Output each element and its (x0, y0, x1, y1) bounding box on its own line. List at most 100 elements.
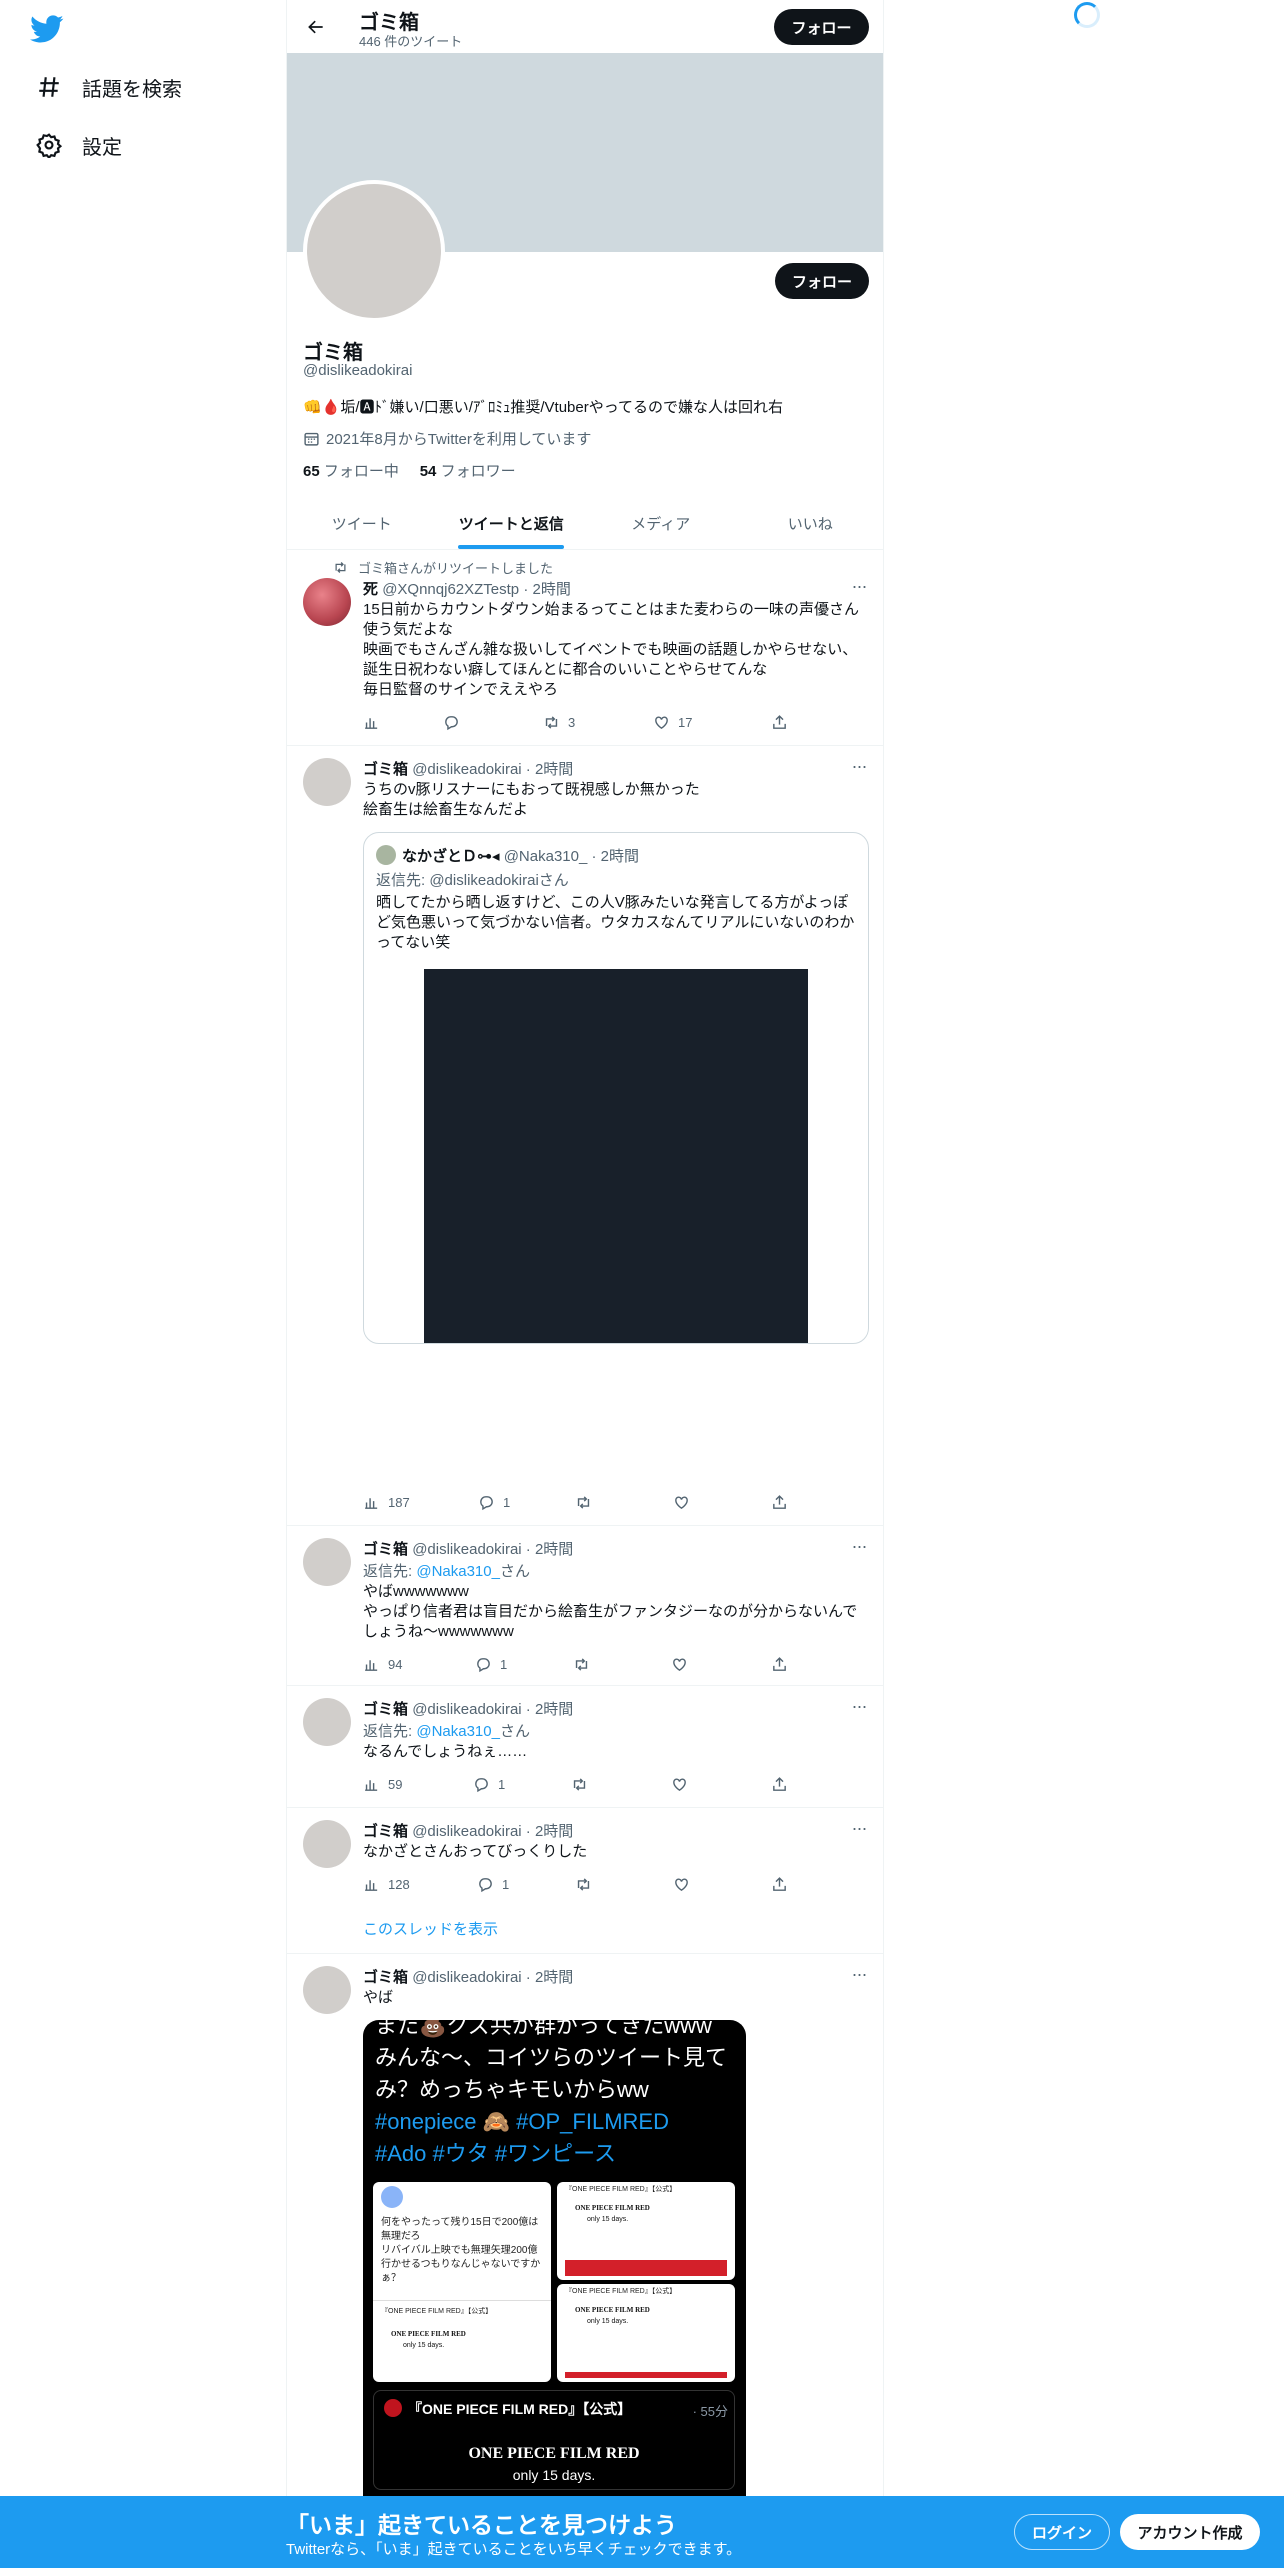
tweet[interactable]: ゴミ箱 @dislikeadokirai · 2時間 ··· 返信先: @Nak… (287, 1526, 883, 1686)
share-button[interactable] (771, 1654, 796, 1674)
profile-avatar[interactable] (303, 180, 445, 322)
avatar[interactable] (303, 1698, 351, 1746)
views-button[interactable] (363, 712, 388, 732)
tweet[interactable]: ゴミ箱さんがリツイートしました 死 @XQnnqj62XZTestp · 2時間… (287, 550, 883, 746)
nav-settings[interactable]: 設定 (34, 130, 122, 160)
login-button[interactable]: ログイン (1014, 2514, 1110, 2550)
reply-button[interactable]: 1 (478, 1492, 510, 1512)
tab-media[interactable]: メディア (586, 497, 736, 549)
share-button[interactable] (771, 1874, 796, 1894)
author-name[interactable]: ゴミ箱 (363, 1701, 408, 1718)
share-button[interactable] (771, 1492, 796, 1512)
back-arrow-icon[interactable] (303, 14, 329, 40)
media-line-1: また💩クズ共が群がってきたwww (375, 2020, 712, 2038)
retweet-button[interactable] (575, 1492, 600, 1512)
more-options-icon[interactable]: ··· (849, 1819, 869, 1842)
more-options-icon[interactable]: ··· (849, 1965, 869, 1988)
reply-mention-link[interactable]: @Naka310_ (416, 1563, 500, 1580)
like-button[interactable] (673, 1874, 698, 1894)
avatar[interactable] (303, 1538, 351, 1586)
views-button[interactable]: 59 (363, 1774, 402, 1794)
author-handle-time[interactable]: @dislikeadokirai · 2時間 (412, 1701, 573, 1718)
quoted-avatar[interactable] (376, 845, 396, 865)
signup-button[interactable]: アカウント作成 (1120, 2514, 1260, 2550)
like-button[interactable] (673, 1492, 698, 1512)
reply-suffix: さん (499, 1563, 530, 1580)
media-cell: 何をやったって残り15日で200億は無理だろ リバイバル上映でも無理矢理200億… (373, 2182, 551, 2382)
views-button[interactable]: 187 (363, 1492, 410, 1512)
heart-icon (675, 1495, 688, 1509)
avatar[interactable] (303, 578, 351, 626)
more-options-icon[interactable]: ··· (849, 1697, 869, 1720)
followers-link[interactable]: 54 フォロワー (420, 463, 516, 480)
following-link[interactable]: 65 フォロー中 (303, 463, 399, 480)
author-name[interactable]: ゴミ箱 (363, 761, 408, 778)
tweet[interactable]: ゴミ箱 @dislikeadokirai · 2時間 ··· やば また💩クズ共… (287, 1954, 883, 2568)
profile-header: ゴミ箱 446 件のツイート フォロー (287, 0, 883, 53)
author-handle-time[interactable]: @XQnnqj62XZTestp · 2時間 (382, 581, 571, 598)
views-button[interactable]: 128 (363, 1874, 410, 1894)
quoted-text: 晒してたから晒し返すけど、この人V豚みたいな発言してる方がよっぽど気色悪いって気… (376, 894, 855, 951)
tweet[interactable]: ゴミ箱 @dislikeadokirai · 2時間 ··· うちのv豚リスナー… (287, 746, 883, 1526)
quoted-tweet[interactable]: なかざとＤ⊶◂ @Naka310_ · 2時間 返信先: @dislikeado… (363, 832, 869, 1344)
header-follow-button[interactable]: フォロー (774, 9, 869, 45)
media-cell-title: 『ONE PIECE FILM RED』【公式】 (565, 2288, 677, 2295)
like-button[interactable] (671, 1774, 696, 1794)
analytics-icon (365, 1779, 378, 1791)
author-name[interactable]: ゴミ箱 (363, 1541, 408, 1558)
share-icon (773, 1876, 786, 1891)
tweet-actions: 94 1 (363, 1654, 786, 1674)
twitter-logo-icon[interactable] (30, 12, 64, 46)
follow-button[interactable]: フォロー (775, 263, 869, 299)
author-name[interactable]: ゴミ箱 (363, 1823, 408, 1840)
tab-tweets[interactable]: ツイート (287, 497, 437, 549)
reply-button[interactable] (443, 712, 468, 732)
author-handle-time[interactable]: @dislikeadokirai · 2時間 (412, 1823, 573, 1840)
views-button[interactable]: 94 (363, 1654, 402, 1674)
calendar-icon (303, 430, 320, 447)
author-handle-time[interactable]: @dislikeadokirai · 2時間 (412, 1541, 573, 1558)
tab-tweets-replies[interactable]: ツイートと返信 (437, 497, 587, 549)
tab-tweets-replies-label: ツイートと返信 (458, 515, 564, 533)
show-thread-link[interactable]: このスレッドを表示 (363, 1918, 498, 1939)
share-icon (773, 714, 786, 729)
quoted-reply-to: 返信先: @dislikeadokiraiさん (376, 872, 569, 889)
reply-button[interactable]: 1 (475, 1654, 507, 1674)
avatar[interactable] (303, 1966, 351, 2014)
reply-button[interactable]: 1 (473, 1774, 505, 1794)
quoted-media[interactable] (424, 969, 808, 1343)
more-options-icon[interactable]: ··· (849, 577, 869, 600)
author-handle-time[interactable]: @dislikeadokirai · 2時間 (412, 1969, 573, 1986)
author-handle-time[interactable]: @dislikeadokirai · 2時間 (412, 761, 573, 778)
avatar[interactable] (303, 1820, 351, 1868)
reply-suffix: さん (499, 1723, 530, 1740)
like-button[interactable]: 17 (653, 712, 692, 732)
retweet-button[interactable] (575, 1874, 600, 1894)
gear-icon (34, 130, 64, 160)
tweet-meta: ゴミ箱 @dislikeadokirai · 2時間 (363, 1820, 573, 1841)
author-name[interactable]: 死 (363, 581, 378, 598)
retweet-icon (577, 1495, 590, 1509)
analytics-icon (365, 1497, 378, 1509)
author-name[interactable]: ゴミ箱 (363, 1969, 408, 1986)
more-options-icon[interactable]: ··· (849, 757, 869, 780)
retweet-button[interactable]: 3 (543, 712, 575, 732)
nav-explore[interactable]: 話題を検索 (34, 72, 182, 102)
more-options-icon[interactable]: ··· (849, 1537, 869, 1560)
tweet-media[interactable]: また💩クズ共が群がってきたwww みんな〜、コイツらのツイート見てみ？めっちゃキ… (363, 2020, 746, 2568)
tweet-meta: ゴミ箱 @dislikeadokirai · 2時間 (363, 1966, 573, 1987)
retweet-button[interactable] (573, 1654, 598, 1674)
reply-button[interactable]: 1 (477, 1874, 509, 1894)
retweet-icon (545, 715, 558, 729)
like-button[interactable] (671, 1654, 696, 1674)
reply-context: 返信先: @Naka310_さん (363, 1720, 530, 1741)
tweet[interactable]: ゴミ箱 @dislikeadokirai · 2時間 ··· 返信先: @Nak… (287, 1686, 883, 1808)
avatar[interactable] (303, 758, 351, 806)
tweet[interactable]: ゴミ箱 @dislikeadokirai · 2時間 ··· なかざとさんおって… (287, 1808, 883, 1954)
tab-likes[interactable]: いいね (736, 497, 884, 549)
retweet-button[interactable] (571, 1774, 596, 1794)
share-button[interactable] (771, 1774, 796, 1794)
reply-mention-link[interactable]: @Naka310_ (416, 1723, 500, 1740)
signup-bottom-bar: 「いま」起きていることを見つけよう Twitterなら、「いま」起きていることを… (0, 2496, 1284, 2568)
share-button[interactable] (771, 712, 796, 732)
